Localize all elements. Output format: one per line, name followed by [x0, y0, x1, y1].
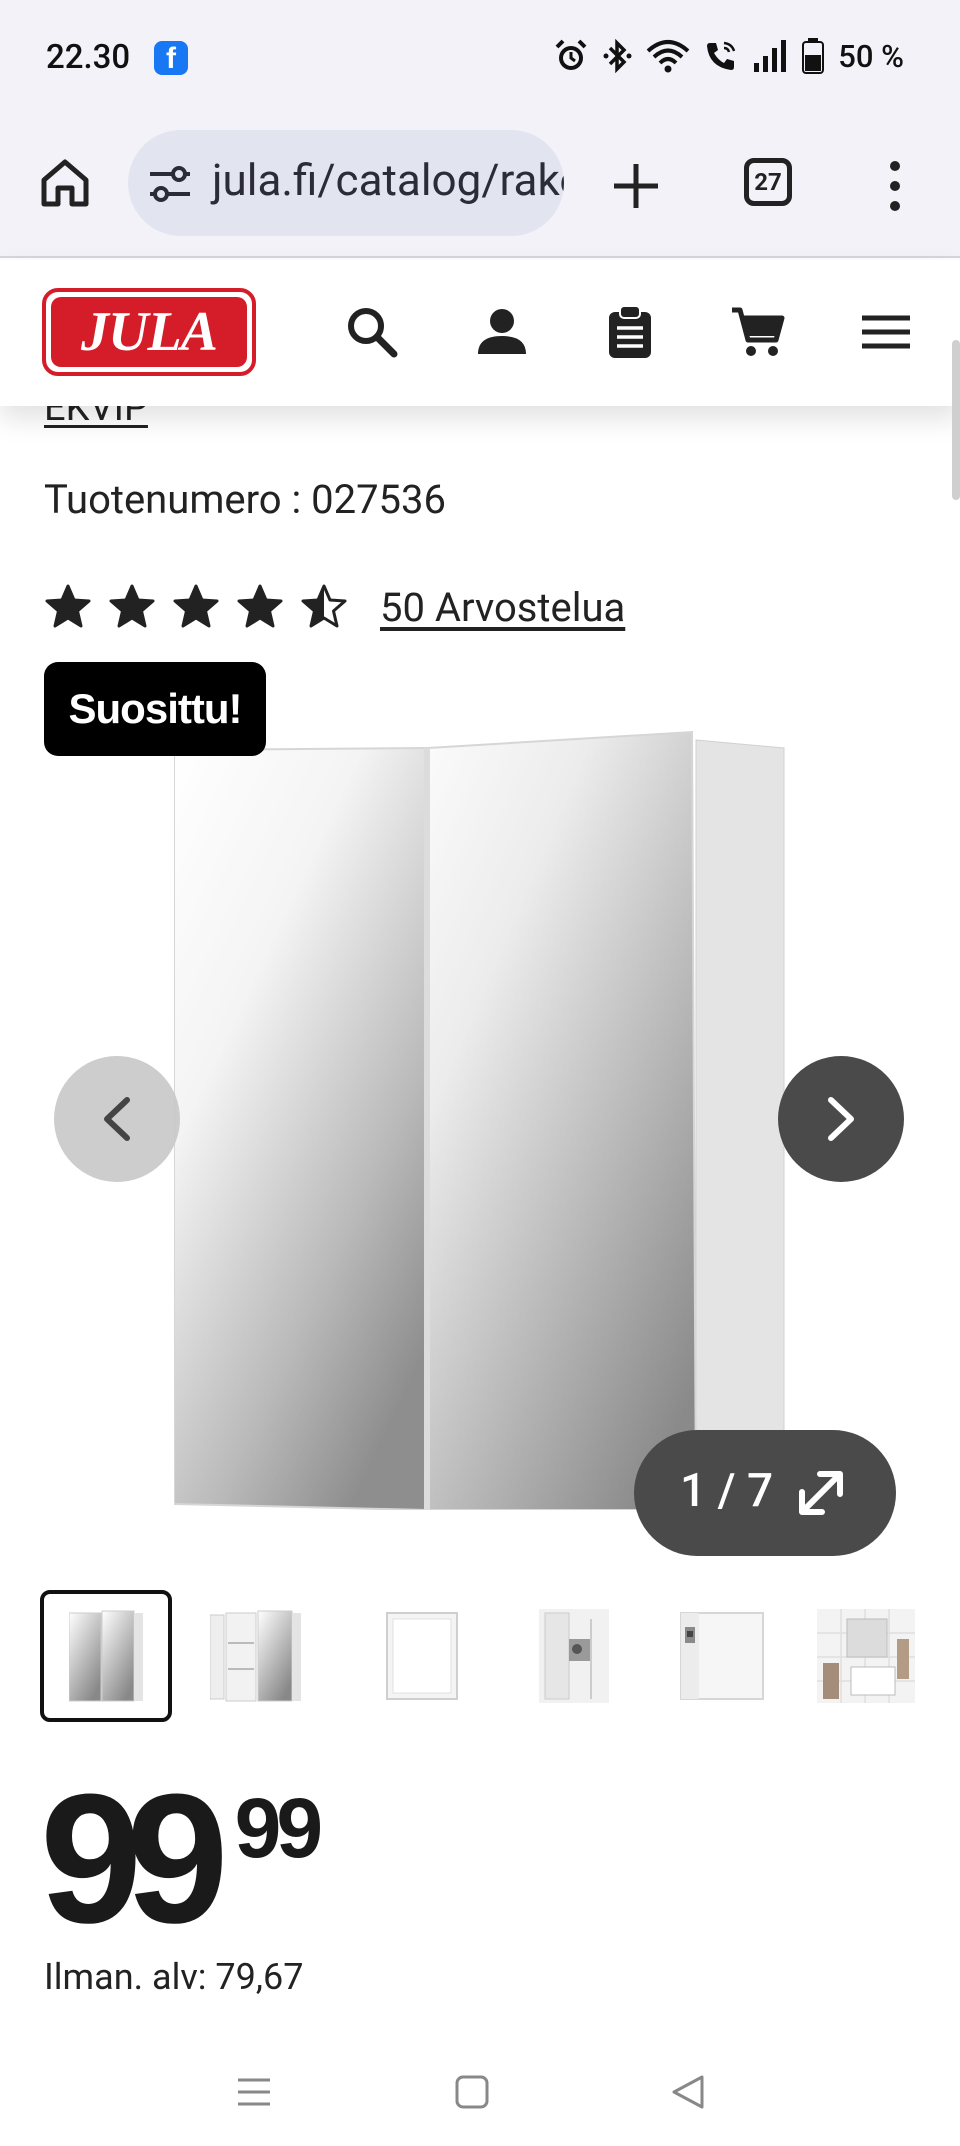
- star-half-icon: [301, 584, 347, 628]
- browser-toolbar: jula.fi/catalog/rakennus 27: [0, 118, 960, 258]
- star-full-icon: [45, 584, 91, 628]
- back-nav-icon[interactable]: [670, 2074, 706, 2110]
- site-settings-icon[interactable]: [148, 164, 192, 204]
- thumbnail-image: [210, 1610, 301, 1702]
- reviews-link[interactable]: 50 Arvostelua: [380, 584, 625, 631]
- url-text[interactable]: jula.fi/catalog/rakennus: [212, 154, 564, 206]
- thumbnail-6[interactable]: [800, 1590, 932, 1722]
- status-bar: 22.30 f 50 %: [0, 0, 960, 118]
- price-decimal: 99: [234, 1781, 323, 1875]
- product-number: Tuotenumero : 027536: [44, 476, 446, 523]
- thumbnail-5[interactable]: [656, 1590, 788, 1722]
- thumbnail-image: [680, 1612, 764, 1700]
- gallery-counter[interactable]: 1 / 7: [634, 1430, 896, 1556]
- hamburger-menu-icon[interactable]: [858, 304, 914, 360]
- thumbnail-1[interactable]: [40, 1590, 172, 1722]
- wifi-icon: [646, 40, 690, 73]
- star-full-icon: [173, 584, 219, 628]
- recent-apps-icon[interactable]: [236, 2074, 272, 2110]
- logo-text: JULA: [51, 297, 247, 367]
- tab-switcher-button[interactable]: 27: [744, 158, 792, 206]
- status-time: 22.30: [46, 38, 131, 77]
- home-nav-icon[interactable]: [454, 2074, 490, 2110]
- price-integer: 99: [40, 1755, 229, 1961]
- product-price: 99 99: [40, 1755, 323, 1961]
- thumbnail-image: [817, 1609, 915, 1703]
- jula-logo[interactable]: JULA: [42, 288, 256, 376]
- thumbnail-image: [69, 1610, 143, 1702]
- thumbnail-image: [386, 1612, 458, 1700]
- status-icons: 50 %: [554, 36, 904, 76]
- battery-icon: [802, 38, 825, 74]
- account-icon[interactable]: [474, 304, 530, 360]
- star-full-icon: [237, 584, 283, 628]
- page-scrollbar[interactable]: [952, 340, 960, 500]
- chevron-left-icon: [104, 1097, 130, 1141]
- product-rating[interactable]: 50 Arvostelua: [44, 576, 625, 638]
- chevron-right-icon: [828, 1097, 854, 1141]
- fullscreen-expand-icon[interactable]: [794, 1466, 848, 1520]
- screen: 22.30 f 50 % jula.fi/catalog/rakennus 27…: [0, 0, 960, 2146]
- product-image: [174, 730, 785, 1510]
- bluetooth-icon: [603, 38, 632, 74]
- browser-menu-icon[interactable]: [880, 158, 910, 214]
- star-full-icon: [109, 584, 155, 628]
- thumbnail-image: [539, 1609, 609, 1703]
- thumbnail-2[interactable]: [190, 1590, 322, 1722]
- popular-badge: Suosittu!: [44, 662, 266, 756]
- thumbnail-4[interactable]: [508, 1590, 640, 1722]
- new-tab-icon[interactable]: [608, 158, 664, 214]
- rating-stars: [44, 583, 348, 631]
- signal-icon: [754, 40, 787, 72]
- cart-icon[interactable]: [730, 304, 786, 360]
- product-image-gallery[interactable]: 1 / 7: [0, 720, 960, 1556]
- thumbnail-3[interactable]: [356, 1590, 488, 1722]
- wifi-call-icon: [707, 41, 736, 70]
- system-navigation-bar: [0, 2040, 960, 2146]
- thumbnail-strip: [0, 1590, 960, 1726]
- site-header: JULA: [0, 260, 960, 406]
- facebook-notification-icon: f: [154, 41, 188, 75]
- search-icon[interactable]: [344, 304, 400, 360]
- gallery-next-button[interactable]: [778, 1056, 904, 1182]
- image-counter-text: 1 / 7: [680, 1464, 774, 1518]
- address-bar[interactable]: jula.fi/catalog/rakennus: [128, 130, 564, 236]
- battery-percent: 50 %: [838, 37, 904, 75]
- shopping-list-icon[interactable]: [602, 304, 658, 360]
- gallery-previous-button[interactable]: [54, 1056, 180, 1182]
- home-icon[interactable]: [38, 156, 92, 210]
- price-excl-vat: Ilman. alv: 79,67: [44, 1956, 304, 1998]
- alarm-icon: [555, 39, 587, 70]
